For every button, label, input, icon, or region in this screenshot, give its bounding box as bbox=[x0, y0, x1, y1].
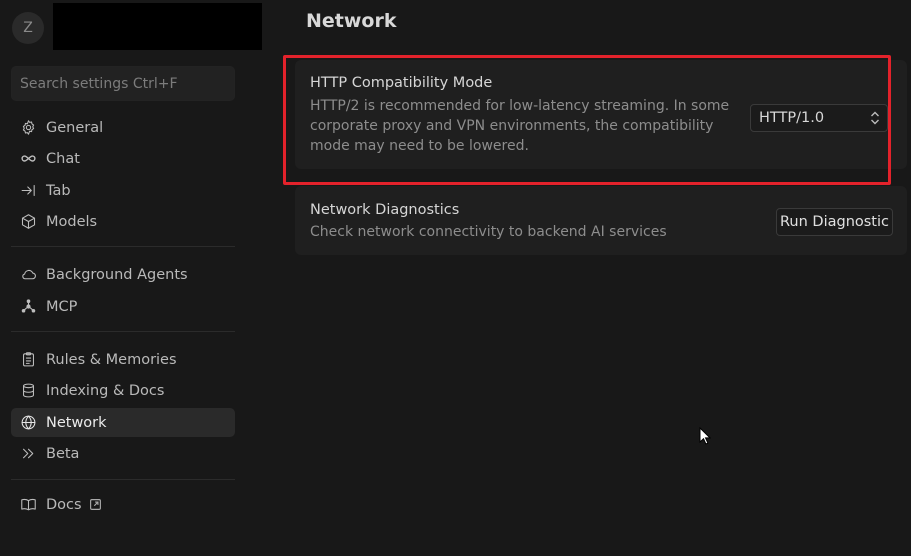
setting-card-http-compatibility: HTTP Compatibility Mode HTTP/2 is recomm… bbox=[295, 60, 907, 169]
description-line: corporate proxy and VPN environments, th… bbox=[310, 118, 714, 134]
double-chevron-icon bbox=[18, 444, 38, 464]
mouse-cursor-icon bbox=[699, 427, 711, 445]
description-line: Check network connectivity to backend AI… bbox=[310, 224, 667, 240]
sidebar-item-label: Indexing & Docs bbox=[46, 382, 165, 399]
sidebar-item-tab[interactable]: Tab bbox=[11, 176, 235, 205]
sidebar-item-label: Chat bbox=[46, 150, 80, 167]
database-icon bbox=[18, 381, 38, 401]
sidebar-divider bbox=[11, 331, 235, 332]
profile[interactable]: Z bbox=[12, 3, 264, 50]
chevron-up-down-icon bbox=[869, 110, 881, 126]
page-title: Network bbox=[306, 10, 397, 32]
sidebar-item-label: MCP bbox=[46, 298, 78, 315]
external-link-icon bbox=[89, 498, 102, 511]
globe-icon bbox=[18, 413, 38, 433]
select-value: HTTP/1.0 bbox=[759, 110, 825, 126]
cloud-icon bbox=[18, 265, 38, 285]
sidebar-item-label: Network bbox=[46, 414, 107, 431]
sidebar-item-rules-memories[interactable]: Rules & Memories bbox=[11, 345, 235, 374]
setting-description: Check network connectivity to backend AI… bbox=[310, 222, 667, 242]
tab-arrow-icon bbox=[18, 181, 38, 201]
sidebar-item-docs[interactable]: Docs bbox=[11, 490, 235, 519]
setting-description: HTTP/2 is recommended for low-latency st… bbox=[310, 96, 729, 156]
sidebar-item-label: Background Agents bbox=[46, 266, 188, 283]
sidebar-item-label: Rules & Memories bbox=[46, 351, 177, 368]
sidebar-item-network[interactable]: Network bbox=[11, 408, 235, 437]
clipboard-icon bbox=[18, 350, 38, 370]
setting-title: HTTP Compatibility Mode bbox=[310, 75, 493, 91]
sidebar-item-beta[interactable]: Beta bbox=[11, 439, 235, 468]
sidebar-item-general[interactable]: General bbox=[11, 113, 235, 142]
sidebar-divider bbox=[11, 479, 235, 480]
sidebar-item-chat[interactable]: Chat bbox=[11, 144, 235, 173]
avatar[interactable]: Z bbox=[12, 12, 44, 44]
settings-window: Z General Chat Tab bbox=[0, 0, 911, 556]
sidebar-divider bbox=[11, 246, 235, 247]
setting-title: Network Diagnostics bbox=[310, 202, 460, 218]
sidebar-item-background-agents[interactable]: Background Agents bbox=[11, 260, 235, 289]
description-line: HTTP/2 is recommended for low-latency st… bbox=[310, 98, 730, 114]
nodes-icon bbox=[18, 297, 38, 317]
sidebar: Z General Chat Tab bbox=[0, 0, 262, 556]
run-diagnostic-button[interactable]: Run Diagnostic bbox=[776, 208, 893, 236]
description-line: mode may need to be lowered. bbox=[310, 138, 529, 154]
sidebar-item-label: General bbox=[46, 119, 104, 136]
sidebar-item-label: Docs bbox=[46, 496, 82, 513]
sidebar-item-indexing-docs[interactable]: Indexing & Docs bbox=[11, 376, 235, 405]
cube-icon bbox=[18, 212, 38, 232]
sidebar-item-models[interactable]: Models bbox=[11, 207, 235, 236]
redacted-username bbox=[53, 3, 262, 50]
sidebar-item-mcp[interactable]: MCP bbox=[11, 292, 235, 321]
search-input[interactable] bbox=[12, 67, 234, 100]
http-version-select[interactable]: HTTP/1.0 bbox=[750, 104, 888, 132]
infinity-icon bbox=[18, 149, 38, 169]
setting-card-network-diagnostics: Network Diagnostics Check network connec… bbox=[295, 186, 907, 255]
book-icon bbox=[18, 495, 38, 515]
sidebar-item-label: Tab bbox=[46, 182, 71, 199]
sidebar-item-label: Models bbox=[46, 213, 98, 230]
search-box[interactable] bbox=[11, 66, 235, 101]
sidebar-item-label: Beta bbox=[46, 445, 80, 462]
gear-icon bbox=[18, 118, 38, 138]
